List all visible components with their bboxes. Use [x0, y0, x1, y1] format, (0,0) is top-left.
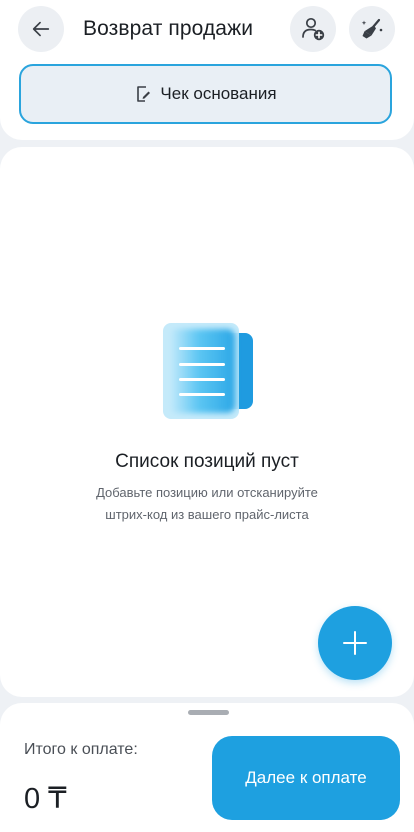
back-button[interactable] — [18, 6, 64, 52]
proceed-to-payment-label: Далее к оплате — [245, 768, 367, 787]
total-amount: 0 ₸ — [24, 783, 67, 815]
proceed-to-payment-button[interactable]: Далее к оплате — [212, 736, 400, 820]
add-position-button[interactable] — [318, 606, 392, 680]
broom-icon — [361, 18, 383, 39]
base-receipt-button[interactable]: Чек основания — [19, 64, 392, 124]
empty-state-subtitle-line-2: штрих-код из вашего прайс-листа — [105, 507, 309, 522]
positions-list: Список позиций пуст Добавьте позицию или… — [0, 147, 414, 697]
drag-handle[interactable] — [188, 710, 229, 715]
empty-state-subtitle: Добавьте позицию или отсканируйте штрих-… — [60, 482, 354, 526]
header: Возврат продажи Чек основания — [0, 0, 414, 140]
payment-footer: Итого к оплате: 0 ₸ Далее к оплате — [0, 703, 414, 832]
page-title: Возврат продажи — [83, 17, 254, 40]
add-customer-icon — [302, 17, 325, 41]
empty-state-subtitle-line-1: Добавьте позицию или отсканируйте — [96, 485, 318, 500]
base-receipt-label: Чек основания — [160, 84, 277, 103]
edit-document-icon — [137, 86, 151, 102]
empty-state-title: Список позиций пуст — [115, 451, 299, 472]
arrow-left-icon — [32, 21, 50, 37]
document-list-icon — [163, 323, 253, 419]
plus-icon — [343, 631, 367, 655]
total-label: Итого к оплате: — [24, 741, 138, 758]
clear-button[interactable] — [349, 6, 395, 52]
add-customer-button[interactable] — [290, 6, 336, 52]
